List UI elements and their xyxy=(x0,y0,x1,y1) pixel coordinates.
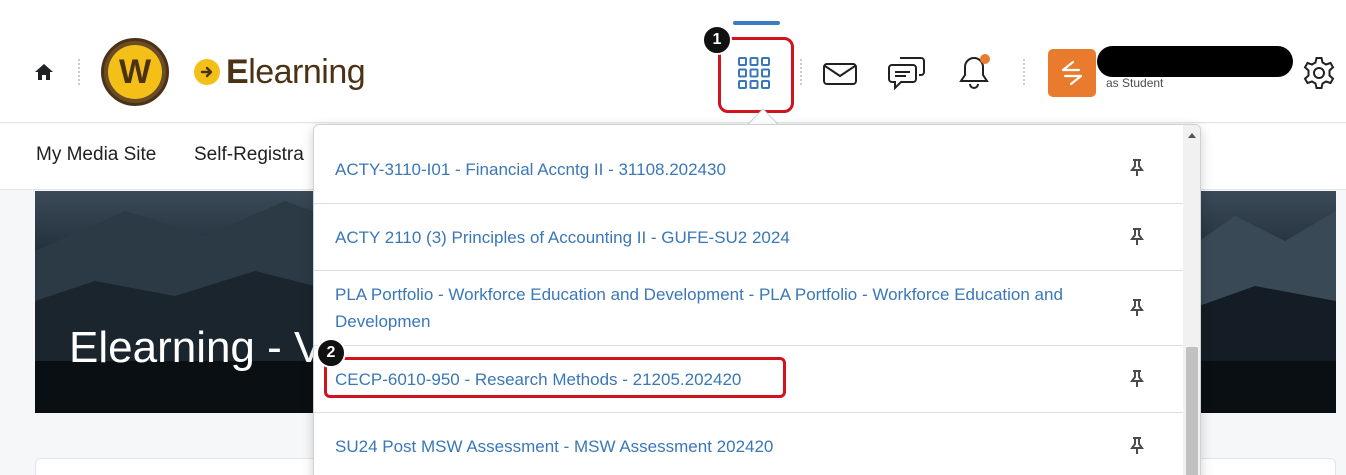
course-selector-dropdown: ACTY-3110-I01 - Financial Accntg II - 31… xyxy=(313,124,1201,475)
pin-icon[interactable] xyxy=(1130,299,1144,317)
list-item: PLA Portfolio - Workforce Education and … xyxy=(314,271,1183,346)
divider xyxy=(800,59,802,85)
redacted-user-name[interactable] xyxy=(1097,46,1293,77)
email-icon[interactable] xyxy=(822,62,858,86)
brand-prefix: E xyxy=(226,52,249,91)
list-item: ACTY 2110 (3) Principles of Accounting I… xyxy=(314,204,1183,271)
course-link[interactable]: ACTY 2110 (3) Principles of Accounting I… xyxy=(314,224,1104,251)
pin-icon[interactable] xyxy=(1130,159,1144,177)
course-link[interactable]: ACTY-3110-I01 - Financial Accntg II - 31… xyxy=(314,156,1104,183)
nav-item-self-registration[interactable]: Self-Registra xyxy=(194,144,304,166)
role-switch-tile[interactable] xyxy=(1048,49,1096,97)
scroll-up-arrow-icon[interactable] xyxy=(1188,133,1196,138)
logo-letter: W xyxy=(108,45,162,99)
pin-icon[interactable] xyxy=(1130,437,1144,455)
wmu-logo[interactable]: W xyxy=(101,38,169,106)
list-item: ACTY-3110-I01 - Financial Accntg II - 31… xyxy=(314,135,1183,204)
dropdown-scrollbar[interactable] xyxy=(1183,125,1200,475)
chat-icon[interactable] xyxy=(888,55,926,91)
arrow-right-icon xyxy=(194,59,220,85)
nav-item-my-media-site[interactable]: My Media Site xyxy=(36,144,156,166)
course-selector-grid-icon[interactable] xyxy=(736,55,772,91)
brand-text: Elearning xyxy=(226,52,366,92)
bell-icon[interactable] xyxy=(956,53,994,91)
pin-icon[interactable] xyxy=(1130,370,1144,388)
notification-dot xyxy=(980,54,990,64)
divider xyxy=(78,59,80,85)
pin-icon[interactable] xyxy=(1130,228,1144,246)
scrollbar-thumb[interactable] xyxy=(1186,347,1198,475)
highlight-box-course xyxy=(324,357,786,398)
banner-title: Elearning - V xyxy=(69,323,324,372)
step-badge-1: 1 xyxy=(702,25,732,55)
step-badge-2: 2 xyxy=(316,338,346,368)
top-header: W Elearning 1 as Student xyxy=(0,0,1346,123)
brand-rest: learning xyxy=(248,52,366,91)
course-link[interactable]: PLA Portfolio - Workforce Education and … xyxy=(314,281,1104,335)
role-label: as Student xyxy=(1106,76,1164,90)
course-link[interactable]: SU24 Post MSW Assessment - MSW Assessmen… xyxy=(314,433,1104,460)
role-switch-icon xyxy=(1061,60,1083,86)
brand-title[interactable]: Elearning xyxy=(194,52,366,92)
home-icon[interactable] xyxy=(34,62,54,82)
course-list: ACTY-3110-I01 - Financial Accntg II - 31… xyxy=(314,135,1183,475)
list-item: SU24 Post MSW Assessment - MSW Assessmen… xyxy=(314,413,1183,475)
gear-icon[interactable] xyxy=(1301,55,1337,91)
divider xyxy=(1023,59,1025,85)
active-indicator xyxy=(733,21,780,25)
